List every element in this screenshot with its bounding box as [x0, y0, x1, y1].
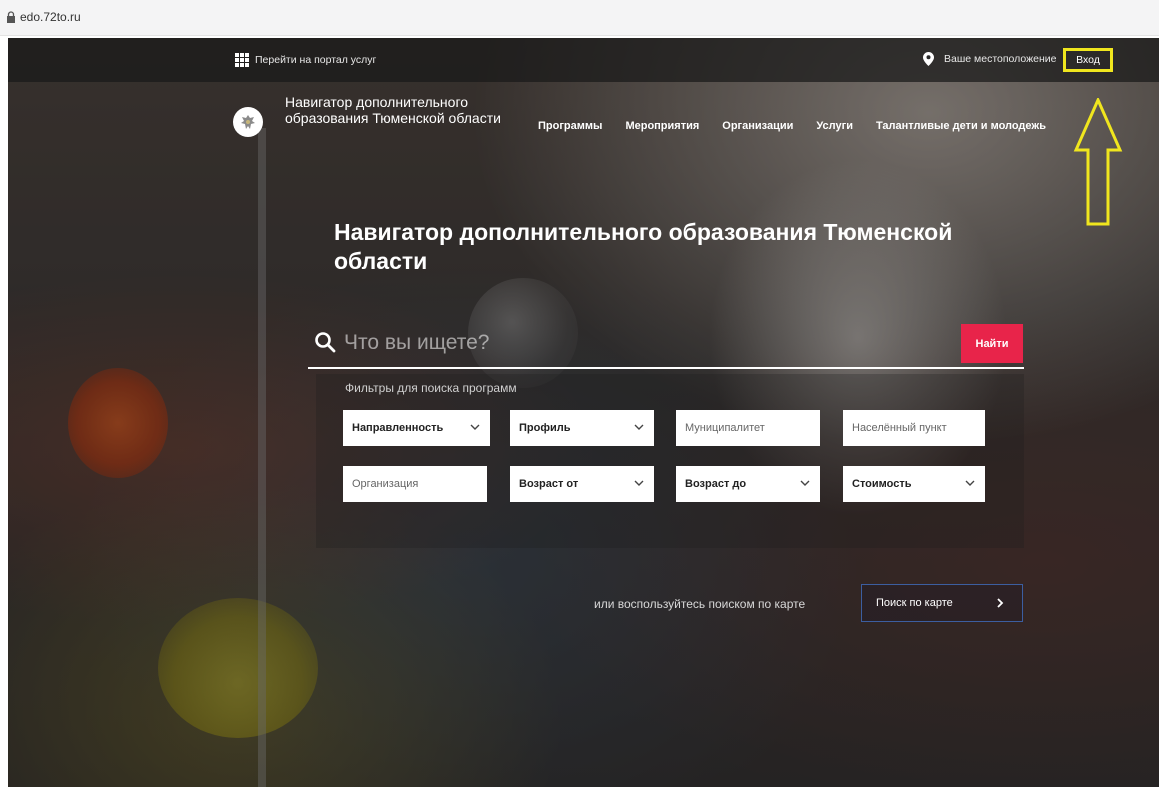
filter-municipality-label: Муниципалитет [685, 422, 765, 434]
login-button[interactable]: Вход [1063, 48, 1113, 72]
location-label: Ваше местоположение [944, 53, 1057, 65]
map-search-text: или воспользуйтесь поиском по карте [594, 597, 806, 611]
filter-organization-label: Организация [352, 478, 419, 490]
nav-talented-youth[interactable]: Талантливые дети и молодежь [876, 120, 1046, 132]
chevron-down-icon [800, 480, 810, 486]
filter-organization[interactable]: Организация [343, 466, 487, 502]
filter-age-to[interactable]: Возраст до [676, 466, 820, 502]
map-search-button-label: Поиск по карте [876, 597, 953, 609]
hero-section: Перейти на портал услуг Ваше местоположе… [8, 38, 1159, 787]
chevron-down-icon [965, 480, 975, 486]
hero-title: Навигатор дополнительного образования Тю… [334, 219, 953, 274]
chevron-down-icon [634, 480, 644, 486]
top-bar: Перейти на портал услуг Ваше местоположе… [8, 38, 1159, 82]
filter-settlement[interactable]: Населённый пункт [843, 410, 985, 446]
search-bar: Найти [308, 321, 1024, 369]
filter-profile-label: Профиль [519, 422, 571, 434]
filter-age-from-label: Возраст от [519, 478, 579, 490]
browser-address-bar[interactable]: edo.72to.ru [0, 0, 1159, 36]
filter-direction-label: Направленность [352, 422, 444, 434]
chevron-down-icon [470, 424, 480, 430]
filter-age-from[interactable]: Возраст от [510, 466, 654, 502]
filter-settlement-label: Населённый пункт [852, 422, 947, 434]
filter-direction[interactable]: Направленность [343, 410, 490, 446]
filter-profile[interactable]: Профиль [510, 410, 654, 446]
portal-link[interactable]: Перейти на портал услуг [235, 52, 376, 68]
filters-panel [316, 374, 1024, 548]
location-pin-icon [923, 52, 934, 66]
search-icon [315, 332, 336, 353]
location-selector[interactable]: Ваше местоположение [923, 52, 1057, 66]
filter-cost[interactable]: Стоимость [843, 466, 985, 502]
nav-organizations[interactable]: Организации [722, 120, 793, 132]
nav-programs[interactable]: Программы [538, 120, 602, 132]
filters-caption: Фильтры для поиска программ [345, 381, 517, 395]
page-root: edo.72to.ru Перейти на портал услуг Ваше… [0, 0, 1159, 787]
chevron-right-icon [997, 598, 1004, 608]
apps-grid-icon [235, 53, 249, 67]
url-text[interactable]: edo.72to.ru [20, 10, 81, 24]
filter-cost-label: Стоимость [852, 478, 912, 490]
main-nav: Программы Мероприятия Организации Услуги… [538, 120, 1046, 132]
chevron-down-icon [634, 424, 644, 430]
nav-events[interactable]: Мероприятия [625, 120, 699, 132]
annotation-arrow-icon [1073, 98, 1123, 226]
eagle-emblem-icon [241, 115, 255, 129]
lock-icon [7, 11, 15, 23]
filter-age-to-label: Возраст до [685, 478, 747, 490]
nav-services[interactable]: Услуги [816, 120, 853, 132]
find-button[interactable]: Найти [961, 324, 1023, 363]
map-search-button[interactable]: Поиск по карте [861, 584, 1023, 622]
emblem-logo[interactable] [233, 107, 263, 137]
portal-link-label: Перейти на портал услуг [255, 54, 377, 66]
filter-municipality[interactable]: Муниципалитет [676, 410, 820, 446]
site-name[interactable]: Навигатор дополнительного образования Тю… [285, 94, 505, 126]
search-input[interactable] [344, 325, 904, 361]
